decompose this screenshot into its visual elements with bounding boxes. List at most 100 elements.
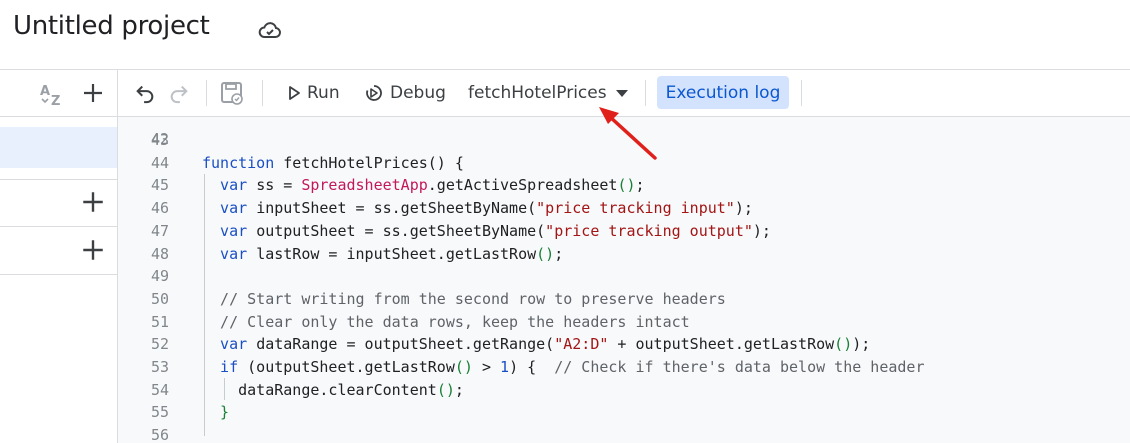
toolbar-separator bbox=[645, 80, 646, 106]
code-token: ); bbox=[852, 335, 871, 354]
code-text: if (outputSheet.getLastRow() > 1) { // C… bbox=[202, 356, 924, 378]
code-token: var bbox=[202, 335, 257, 354]
code-text: dataRange.clearContent(); bbox=[202, 379, 464, 401]
run-button[interactable]: Run bbox=[285, 82, 340, 104]
sidebar-divider bbox=[0, 226, 117, 227]
code-line: 49 bbox=[118, 265, 1130, 287]
line-number: 43 bbox=[150, 131, 169, 149]
add-library-plus-icon[interactable] bbox=[80, 189, 106, 215]
sort-az-icon[interactable]: A Z bbox=[39, 81, 67, 107]
code-token: } bbox=[202, 403, 230, 422]
undo-icon[interactable] bbox=[134, 82, 156, 104]
code-token: ; bbox=[554, 244, 564, 263]
toolbar: A Z Run Debug fetchHotelPrices Execution… bbox=[0, 70, 1130, 117]
code-token: if bbox=[202, 358, 248, 376]
line-number: 52 bbox=[150, 335, 169, 354]
code-line: 46 var inputSheet = ss.getSheetByName("p… bbox=[118, 197, 1130, 219]
code-text: var dataRange = outputSheet.getRange("A2… bbox=[202, 333, 870, 355]
code-line: 51 // Clear only the data rows, keep the… bbox=[118, 311, 1130, 333]
code-token: "A2:D" bbox=[554, 335, 609, 354]
cloud-check-icon[interactable] bbox=[258, 18, 282, 42]
code-line: 47 var outputSheet = ss.getSheetByName("… bbox=[118, 220, 1130, 242]
code-token: lastRow = inputSheet.getLastRow bbox=[256, 244, 537, 263]
debug-label: Debug bbox=[390, 83, 446, 103]
line-number: 55 bbox=[150, 403, 169, 422]
sidebar-divider bbox=[0, 274, 117, 275]
code-line: 42 bbox=[118, 117, 1130, 148]
code-line: 54 dataRange.clearContent(); bbox=[118, 379, 1130, 401]
line-number: 45 bbox=[150, 176, 169, 195]
save-icon[interactable] bbox=[219, 80, 245, 106]
svg-text:A: A bbox=[40, 84, 50, 99]
code-token: () bbox=[454, 358, 473, 376]
code-token: () bbox=[436, 380, 455, 399]
line-number: 49 bbox=[150, 267, 169, 286]
add-service-plus-icon[interactable] bbox=[80, 237, 106, 263]
code-line: 53 if (outputSheet.getLastRow() > 1) { /… bbox=[118, 356, 1130, 378]
code-token: .getActiveSpreadsheet bbox=[427, 176, 618, 195]
function-select-value: fetchHotelPrices bbox=[468, 83, 607, 103]
code-token: outputSheet = ss.getSheetByName( bbox=[256, 221, 546, 240]
code-text: var ss = SpreadsheetApp.getActiveSpreads… bbox=[202, 174, 645, 196]
code-text: var outputSheet = ss.getSheetByName("pri… bbox=[202, 220, 771, 242]
sidebar-divider bbox=[0, 179, 117, 180]
code-token: var bbox=[202, 244, 257, 263]
code-text: // Start writing from the second row to … bbox=[202, 288, 726, 310]
code-token: ); bbox=[734, 199, 753, 218]
toolbar-separator bbox=[262, 80, 263, 106]
code-line: 44 function fetchHotelPrices() { bbox=[118, 152, 1130, 174]
code-editor[interactable]: 42 43 44 function fetchHotelPrices() {45 v… bbox=[118, 117, 1130, 443]
code-token: () bbox=[617, 176, 636, 195]
play-icon bbox=[289, 86, 300, 100]
code-line: 43 bbox=[118, 129, 1130, 151]
code-token: dataRange = outputSheet.getRange( bbox=[256, 335, 555, 354]
file-sidebar bbox=[0, 117, 118, 443]
code-token: > bbox=[472, 358, 501, 376]
function-select[interactable]: fetchHotelPrices bbox=[468, 82, 629, 104]
code-token: "price tracking input" bbox=[536, 199, 735, 218]
line-number: 51 bbox=[150, 312, 169, 331]
panel-divider bbox=[117, 70, 118, 116]
code-token: ) { bbox=[509, 358, 555, 376]
code-token: ; bbox=[454, 380, 464, 399]
debug-icon bbox=[366, 85, 382, 101]
code-token: SpreadsheetApp bbox=[301, 176, 428, 195]
code-line: 56 bbox=[118, 424, 1130, 443]
caret-down-icon bbox=[615, 90, 628, 97]
code-token: ); bbox=[752, 221, 771, 240]
code-token: // Start writing from the second row to … bbox=[202, 289, 726, 308]
svg-text:Z: Z bbox=[51, 94, 60, 107]
code-token: fetchHotelPrices bbox=[283, 153, 428, 172]
code-token: // Clear only the data rows, keep the he… bbox=[202, 312, 690, 331]
line-number: 48 bbox=[150, 244, 169, 263]
code-token: // Check if there's data below the heade… bbox=[554, 358, 925, 376]
debug-button[interactable]: Debug bbox=[364, 82, 446, 104]
code-token: + outputSheet.getLastRow bbox=[608, 335, 835, 354]
code-token: dataRange.clearContent bbox=[202, 380, 437, 399]
code-token: ; bbox=[635, 176, 645, 195]
line-number: 50 bbox=[150, 289, 169, 308]
code-text: var lastRow = inputSheet.getLastRow(); bbox=[202, 243, 563, 265]
redo-icon[interactable] bbox=[168, 82, 190, 104]
title-bar: Untitled project bbox=[0, 0, 1130, 70]
run-label: Run bbox=[307, 83, 340, 103]
project-title[interactable]: Untitled project bbox=[13, 11, 210, 41]
code-text: // Clear only the data rows, keep the he… bbox=[202, 311, 690, 333]
line-number: 44 bbox=[150, 153, 169, 172]
code-line: 45 var ss = SpreadsheetApp.getActiveSpre… bbox=[118, 174, 1130, 196]
execution-log-button[interactable]: Execution log bbox=[657, 76, 789, 109]
toolbar-separator bbox=[801, 80, 802, 106]
code-token: ss = bbox=[256, 176, 302, 195]
code-token: 1 bbox=[500, 358, 510, 376]
code-token: var bbox=[202, 176, 257, 195]
line-number: 54 bbox=[150, 380, 169, 399]
code-token: () bbox=[536, 244, 555, 263]
code-token: var bbox=[202, 199, 257, 218]
selected-file-item[interactable] bbox=[0, 127, 117, 168]
line-number: 53 bbox=[150, 358, 169, 376]
code-token: "price tracking output" bbox=[545, 221, 753, 240]
add-file-plus-icon[interactable] bbox=[81, 81, 105, 105]
code-line: 50 // Start writing from the second row … bbox=[118, 288, 1130, 310]
code-text: function fetchHotelPrices() { bbox=[202, 152, 464, 174]
code-line: 52 var dataRange = outputSheet.getRange(… bbox=[118, 333, 1130, 355]
